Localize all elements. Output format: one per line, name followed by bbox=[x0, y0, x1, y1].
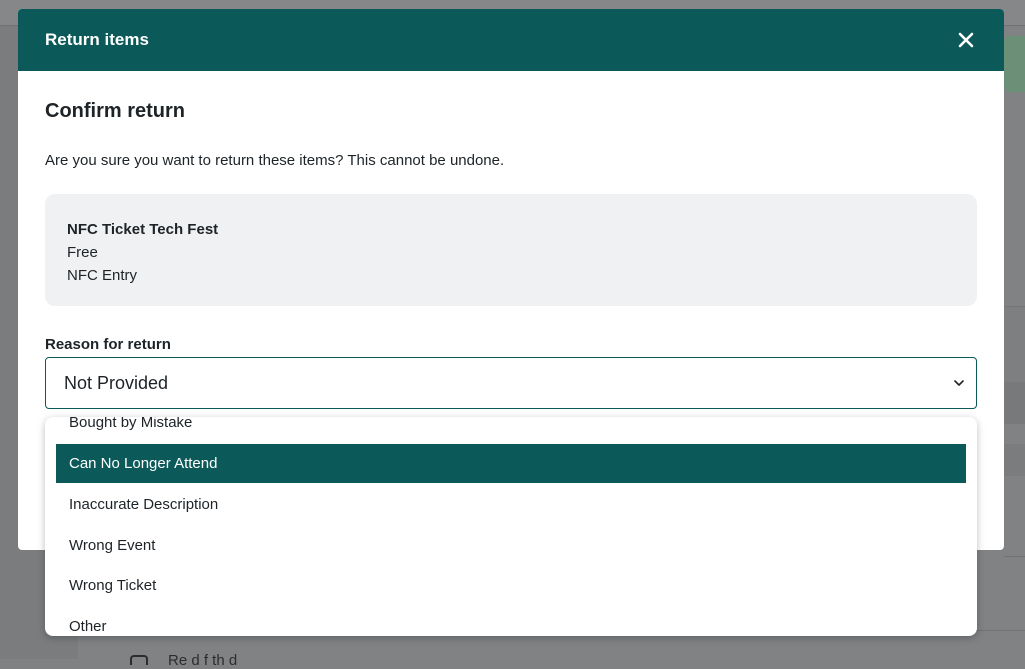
reason-option-can-no-longer-attend[interactable]: Can No Longer Attend bbox=[56, 444, 966, 483]
close-icon[interactable] bbox=[955, 29, 977, 51]
item-price: Free bbox=[67, 244, 98, 261]
background-divider bbox=[1004, 556, 1025, 557]
reason-dropdown-list: Bought by Mistake Can No Longer Attend I… bbox=[45, 417, 977, 636]
reason-option-wrong-ticket[interactable]: Wrong Ticket bbox=[56, 566, 966, 605]
modal-title: Return items bbox=[45, 30, 149, 49]
reason-option-inaccurate-description[interactable]: Inaccurate Description bbox=[56, 485, 966, 524]
modal-header: Return items bbox=[18, 9, 1004, 71]
reason-label: Reason for return bbox=[45, 336, 171, 353]
item-card: NFC Ticket Tech Fest Free NFC Entry bbox=[45, 194, 977, 306]
background-banner bbox=[1004, 36, 1025, 92]
reason-option-other[interactable]: Other bbox=[56, 607, 966, 636]
background-checkbox bbox=[130, 655, 148, 665]
confirm-heading: Confirm return bbox=[45, 100, 185, 122]
reason-select[interactable]: Not Provided bbox=[45, 357, 977, 409]
reason-option-bought-by-mistake[interactable]: Bought by Mistake bbox=[56, 417, 966, 442]
reason-selected-value: Not Provided bbox=[64, 372, 169, 393]
item-ticket-type: NFC Entry bbox=[67, 267, 138, 284]
background-row bbox=[1004, 306, 1025, 382]
confirm-description: Are you sure you want to return these it… bbox=[45, 152, 505, 169]
item-name: NFC Ticket Tech Fest bbox=[67, 221, 219, 238]
chevron-down-icon bbox=[952, 376, 966, 390]
background-text: Re d f th d bbox=[168, 652, 238, 669]
reason-option-wrong-event[interactable]: Wrong Event bbox=[56, 526, 966, 565]
background-row bbox=[1004, 382, 1025, 424]
background-row bbox=[1004, 444, 1025, 476]
